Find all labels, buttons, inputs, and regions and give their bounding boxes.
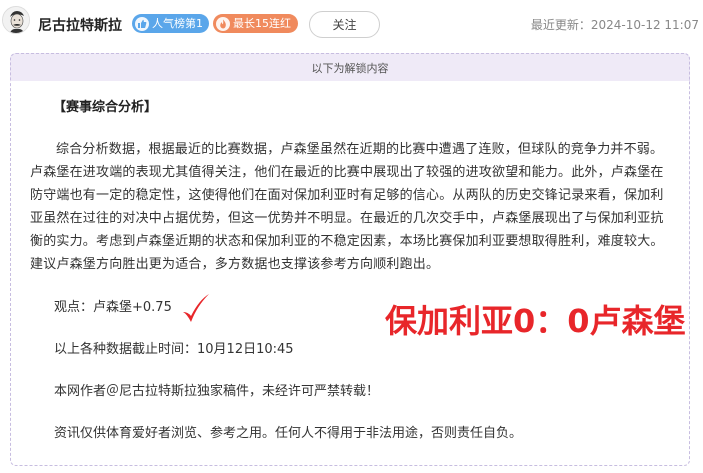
streak-badge-label: 最长15连红: [233, 17, 291, 30]
flame-icon: [216, 16, 230, 31]
red-checkmark-icon: [183, 294, 209, 322]
analysis-paragraph: 综合分析数据，根据最近的比赛数据，卢森堡虽然在近期的比赛中遭遇了连败，但球队的竞…: [30, 142, 664, 272]
streak-badge: 最长15连红: [213, 14, 298, 33]
unlock-notice-bar: 以下为解锁内容: [10, 53, 690, 81]
author-header: 尼古拉特斯拉 人气榜第1 最长15连红 关注 最近更新：2024-10-12 1…: [0, 0, 703, 48]
avatar[interactable]: [2, 6, 30, 34]
unlock-notice: 以下为解锁内容: [311, 61, 389, 75]
popularity-badge-label: 人气榜第1: [152, 17, 203, 30]
disclaimer-line: 资讯仅供体育爱好者浏览、参考之用。任何人不得用于非法用途，否则责任自负。: [54, 426, 523, 441]
section-title: 【赛事综合分析】: [53, 100, 158, 115]
popularity-badge: 人气榜第1: [132, 14, 209, 33]
last-updated: 最近更新：2024-10-12 11:07: [530, 18, 699, 32]
copyright-line: 本网作者＠尼古拉特斯拉独家稿件，未经许可严禁转载！: [54, 384, 380, 399]
viewpoint-line: 观点：卢森堡+0.75: [54, 300, 172, 315]
article-body: 【赛事综合分析】 综合分析数据，根据最近的比赛数据，卢森堡虽然在近期的比赛中遭遇…: [30, 96, 675, 276]
data-cutoff-line: 以上各种数据截止时间：10月12日10:45: [54, 342, 294, 357]
thumb-icon: [135, 16, 149, 31]
author-name[interactable]: 尼古拉特斯拉: [38, 15, 122, 35]
match-score: 保加利亚0：0卢森堡: [385, 302, 686, 340]
follow-button[interactable]: 关注: [309, 11, 380, 38]
